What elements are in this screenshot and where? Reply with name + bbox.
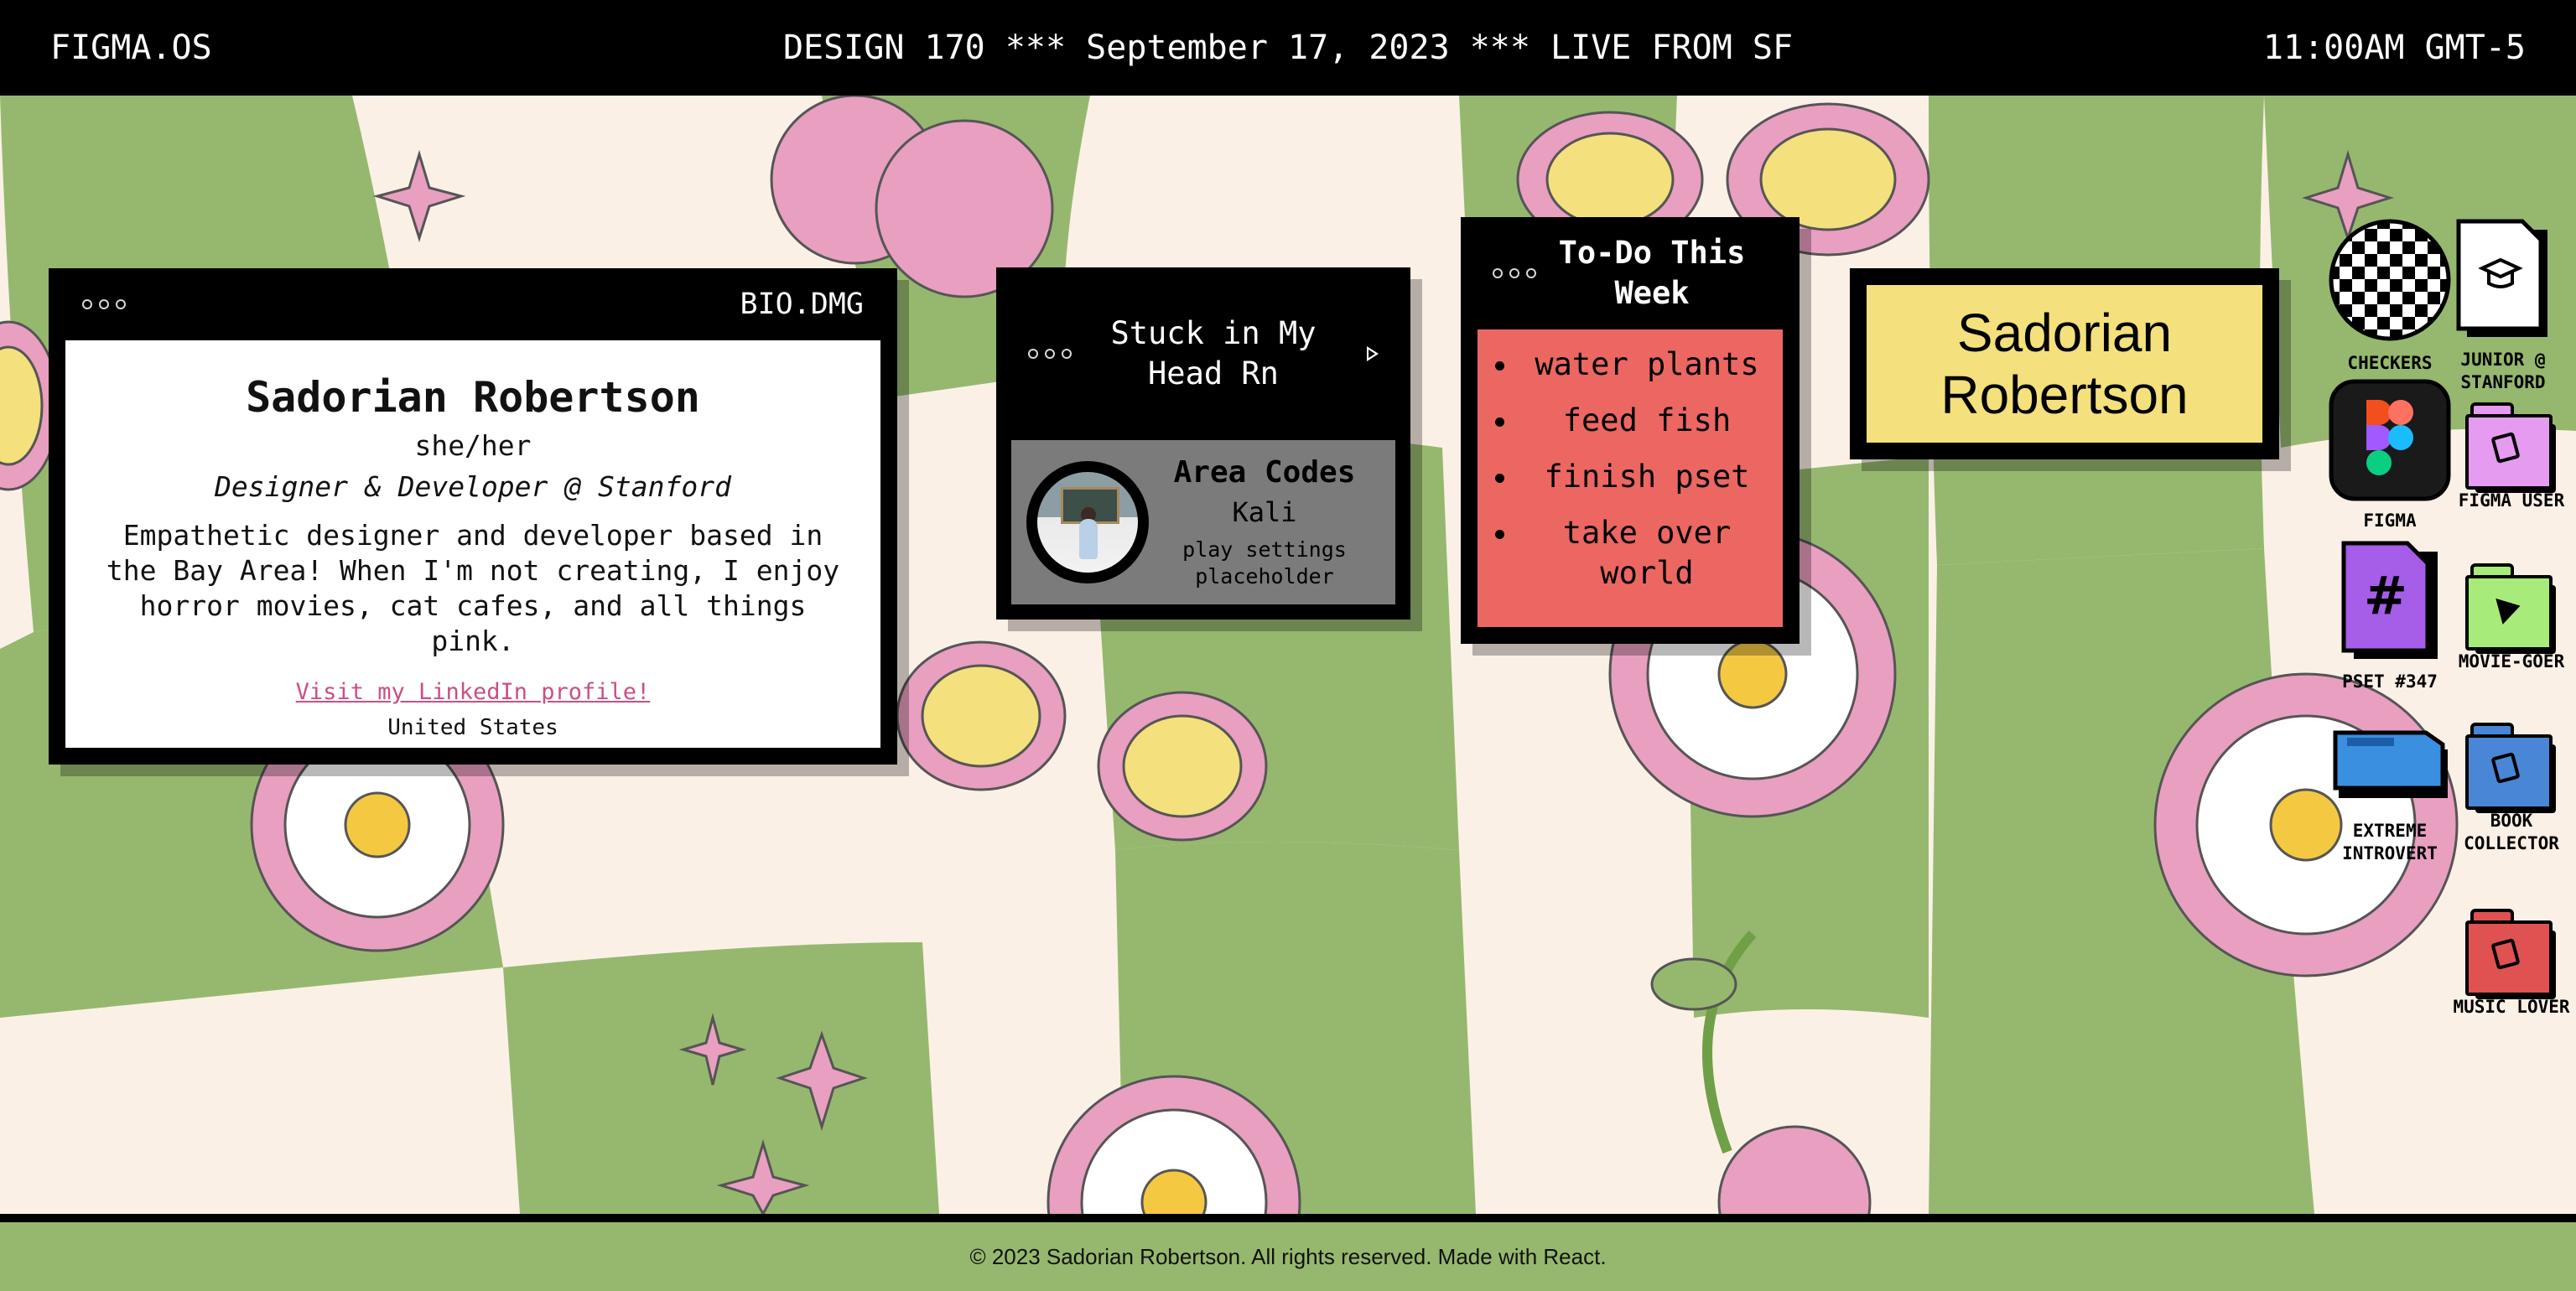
music-folder-icon — [2465, 909, 2558, 999]
svg-text:#: # — [2364, 565, 2407, 626]
linkedin-link[interactable]: Visit my LinkedIn profile! — [99, 679, 847, 705]
bio-window-title: BIO.DMG — [740, 288, 864, 321]
name-card-text: Sadorian Robertson — [1867, 285, 2262, 443]
hashtag-file-icon: # — [2341, 541, 2438, 659]
close-dot-icon[interactable] — [1493, 268, 1503, 278]
desktop-icon-book-collector[interactable]: BOOK COLLECTOR — [2449, 723, 2574, 855]
play-folder-icon — [2465, 563, 2558, 654]
desktop-icon-extreme-introvert[interactable]: EXTREME INTROVERT — [2327, 714, 2453, 865]
bio-content: Sadorian Robertson she/her Designer & De… — [65, 340, 880, 748]
close-dot-icon[interactable] — [82, 299, 92, 309]
bio-window[interactable]: BIO.DMG Sadorian Robertson she/her Desig… — [49, 268, 897, 765]
footer-text: © 2023 Sadorian Robertson. All rights re… — [969, 1243, 1607, 1269]
todo-item: feed fish — [1519, 401, 1774, 441]
desktop-icon-music-lover[interactable]: MUSIC LOVER — [2449, 909, 2574, 1019]
bio-name: Sadorian Robertson — [246, 373, 700, 422]
todo-list: water plants feed fish finish pset take … — [1478, 329, 1783, 627]
os-name[interactable]: FIGMA.OS — [50, 29, 212, 67]
todo-window-titlebar[interactable]: To-Do This Week — [1478, 217, 1783, 329]
maximize-dot-icon[interactable] — [1526, 268, 1536, 278]
desktop-icon-label: PSET #347 — [2342, 671, 2438, 692]
bio-pronouns: she/her — [414, 429, 532, 462]
todo-window-title: To-Do This Week — [1558, 235, 1746, 311]
graduation-cap-file-icon — [2456, 219, 2547, 337]
minimize-dot-icon[interactable] — [99, 299, 109, 309]
close-dot-icon[interactable] — [1028, 349, 1038, 359]
desktop-icon-label: MOVIE-GOER — [2458, 651, 2565, 671]
todo-item: finish pset — [1519, 457, 1774, 497]
window-controls[interactable] — [1493, 268, 1536, 278]
clock: 11:00AM GMT-5 — [2262, 29, 2526, 67]
menu-bar-banner: DESIGN 170 *** September 17, 2023 *** LI… — [782, 29, 1794, 67]
footer-divider — [0, 1214, 2576, 1222]
bio-description: Empathetic designer and developer based … — [106, 519, 840, 657]
music-window-titlebar[interactable]: Stuck in My Head Rn — [1011, 267, 1395, 440]
desktop-icon-label: EXTREME INTROVERT — [2342, 821, 2438, 863]
album-photo — [1037, 472, 1138, 573]
menu-bar: FIGMA.OS DESIGN 170 *** September 17, 20… — [0, 0, 2576, 96]
checkers-icon — [2329, 219, 2451, 341]
name-card[interactable]: Sadorian Robertson — [1850, 268, 2279, 459]
drive-icon — [2333, 730, 2448, 798]
desktop-icon-label: MUSIC LOVER — [2453, 997, 2570, 1017]
minimize-dot-icon[interactable] — [1509, 268, 1519, 278]
minimize-dot-icon[interactable] — [1045, 349, 1055, 359]
maximize-dot-icon[interactable] — [1062, 349, 1072, 359]
song-title: Area Codes — [1173, 454, 1356, 490]
maximize-dot-icon[interactable] — [116, 299, 126, 309]
window-controls[interactable] — [82, 299, 126, 309]
song-artist: Kali — [1232, 495, 1297, 528]
book-folder-icon — [2465, 723, 2558, 813]
todo-item: take over world — [1519, 513, 1774, 594]
desktop-icon-label: FIGMA USER — [2458, 490, 2565, 511]
desktop-icon-movie-goer[interactable]: MOVIE-GOER — [2449, 563, 2574, 673]
desktop-icon-figma[interactable]: FIGMA — [2327, 377, 2453, 532]
play-settings[interactable]: play settings placeholder — [1149, 537, 1380, 590]
music-window-title: Stuck in My Head Rn — [1110, 315, 1317, 391]
footer: © 2023 Sadorian Robertson. All rights re… — [0, 1222, 2576, 1291]
todo-window[interactable]: To-Do This Week water plants feed fish f… — [1461, 217, 1800, 644]
music-player: Area Codes Kali play settings placeholde… — [1011, 440, 1395, 604]
window-controls[interactable] — [1028, 349, 1072, 359]
bio-role: Designer & Developer @ Stanford — [215, 470, 731, 503]
desktop-icon-label: FIGMA — [2363, 511, 2417, 531]
desktop-icon-junior-stanford[interactable]: JUNIOR @ STANFORD — [2440, 216, 2566, 394]
desktop-icon-label: BOOK COLLECTOR — [2464, 811, 2559, 853]
album-art-disc — [1026, 461, 1149, 583]
music-window[interactable]: Stuck in My Head Rn Area Codes Kali play… — [996, 267, 1410, 620]
track-info: Area Codes Kali play settings placeholde… — [1149, 455, 1380, 590]
desktop-icon-checkers[interactable]: CHECKERS — [2327, 216, 2453, 375]
desktop-icon-label: JUNIOR @ STANFORD — [2460, 350, 2546, 392]
bio-window-titlebar[interactable]: BIO.DMG — [65, 268, 880, 340]
bio-location: United States — [387, 715, 558, 740]
desktop-icon-label: CHECKERS — [2347, 353, 2433, 373]
figma-logo-icon — [2329, 379, 2451, 501]
figma-folder-icon — [2465, 402, 2558, 493]
desktop-icon-figma-user[interactable]: FIGMA USER — [2449, 402, 2574, 512]
play-icon[interactable] — [1367, 346, 1379, 361]
desktop-icon-pset[interactable]: # PSET #347 — [2327, 538, 2453, 693]
todo-item: water plants — [1519, 345, 1774, 385]
